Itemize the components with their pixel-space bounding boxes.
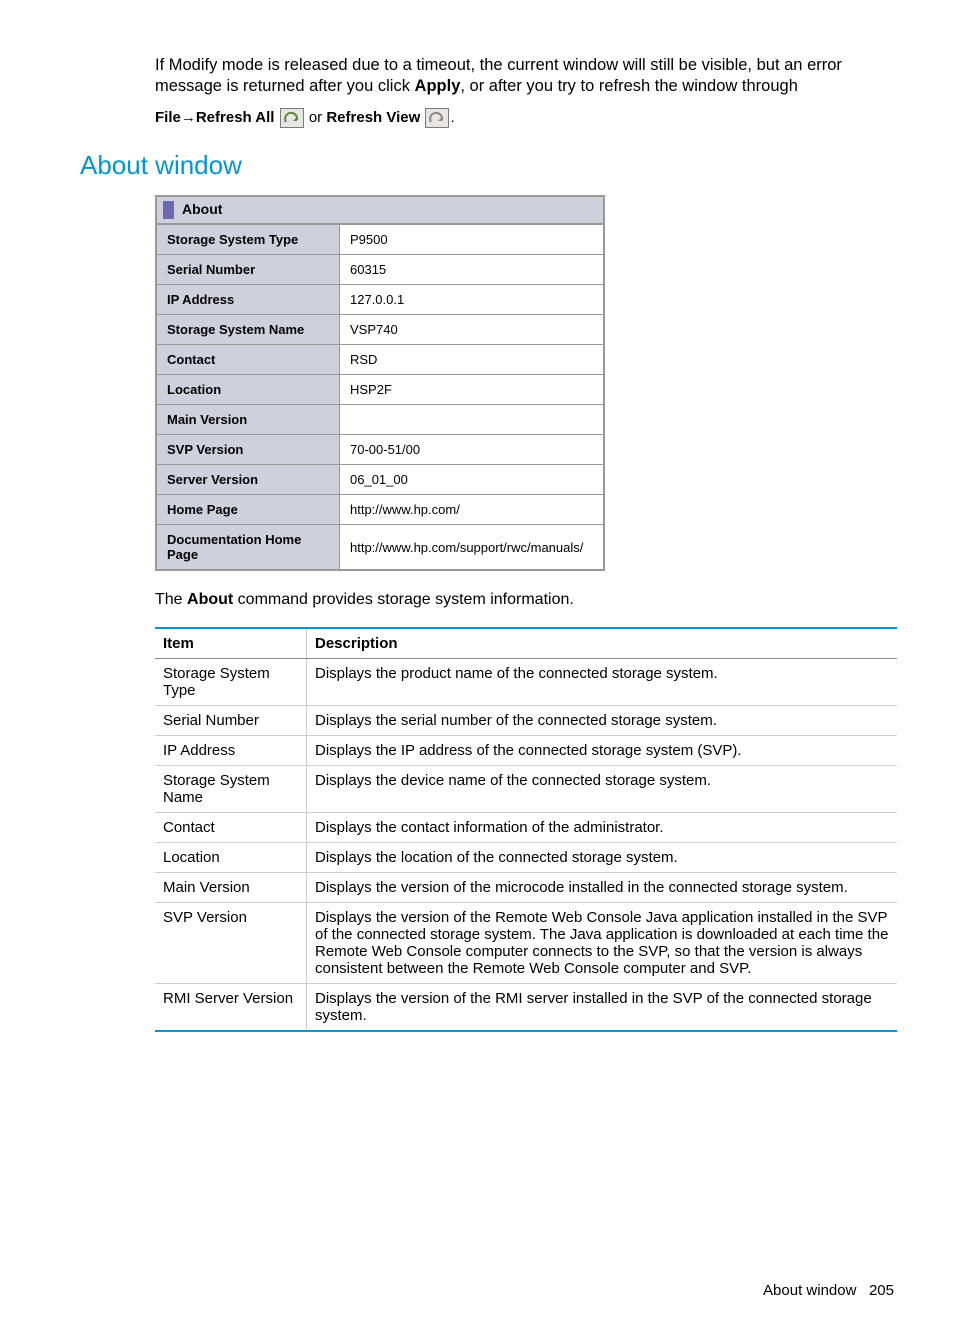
description-cell: Displays the version of the RMI server i…: [307, 984, 898, 1032]
refresh-all-icon: [280, 108, 304, 128]
about-row-value: 70-00-51/00: [340, 435, 604, 465]
about-table: Storage System TypeP9500Serial Number603…: [156, 224, 604, 570]
apply-bold: Apply: [415, 77, 461, 95]
about-row-label: Documentation Home Page: [157, 525, 340, 570]
item-cell: Contact: [155, 813, 307, 843]
description-cell: Displays the product name of the connect…: [307, 659, 898, 706]
about-row-value: 127.0.0.1: [340, 285, 604, 315]
col-header-description: Description: [307, 628, 898, 659]
desc-intro-bold: About: [187, 591, 233, 608]
or-text: or: [309, 109, 327, 126]
refresh-end: .: [450, 109, 454, 126]
about-row: ContactRSD: [157, 345, 604, 375]
desc-intro-a: The: [155, 591, 187, 608]
description-cell: Displays the device name of the connecte…: [307, 766, 898, 813]
about-row: Server Version06_01_00: [157, 465, 604, 495]
about-row-label: IP Address: [157, 285, 340, 315]
intro-text-b: , or after you try to refresh the window…: [460, 77, 798, 95]
about-row-label: Contact: [157, 345, 340, 375]
item-cell: IP Address: [155, 736, 307, 766]
item-cell: Location: [155, 843, 307, 873]
table-row: Main VersionDisplays the version of the …: [155, 873, 897, 903]
title-accent: [163, 201, 174, 219]
about-description-line: The About command provides storage syste…: [155, 591, 894, 609]
about-title-text: About: [182, 201, 222, 217]
description-cell: Displays the contact information of the …: [307, 813, 898, 843]
about-row-value: http://www.hp.com/: [340, 495, 604, 525]
refresh-view-icon: [425, 108, 449, 128]
about-row: Documentation Home Pagehttp://www.hp.com…: [157, 525, 604, 570]
item-cell: SVP Version: [155, 903, 307, 984]
file-menu-label: File: [155, 109, 181, 126]
about-row: SVP Version70-00-51/00: [157, 435, 604, 465]
description-cell: Displays the serial number of the connec…: [307, 706, 898, 736]
about-row-label: Storage System Name: [157, 315, 340, 345]
description-cell: Displays the location of the connected s…: [307, 843, 898, 873]
about-row-label: Serial Number: [157, 255, 340, 285]
about-row-value: 06_01_00: [340, 465, 604, 495]
page-footer: About window 205: [60, 1282, 894, 1299]
desc-intro-b: command provides storage system informat…: [233, 591, 574, 608]
about-row-label: Main Version: [157, 405, 340, 435]
description-cell: Displays the version of the microcode in…: [307, 873, 898, 903]
refresh-view-label: Refresh View: [326, 109, 420, 126]
refresh-all-label: Refresh All: [196, 109, 275, 126]
about-row-label: Location: [157, 375, 340, 405]
about-row-label: Storage System Type: [157, 225, 340, 255]
table-row: RMI Server VersionDisplays the version o…: [155, 984, 897, 1032]
item-cell: Serial Number: [155, 706, 307, 736]
item-cell: Storage System Name: [155, 766, 307, 813]
footer-page-number: 205: [869, 1282, 894, 1299]
about-row-label: Home Page: [157, 495, 340, 525]
table-row: ContactDisplays the contact information …: [155, 813, 897, 843]
refresh-instruction: File→Refresh All or Refresh View .: [155, 108, 894, 128]
about-row-label: SVP Version: [157, 435, 340, 465]
col-header-item: Item: [155, 628, 307, 659]
item-cell: RMI Server Version: [155, 984, 307, 1032]
about-panel: About Storage System TypeP9500Serial Num…: [155, 195, 605, 571]
section-heading: About window: [80, 150, 894, 181]
about-row-value: RSD: [340, 345, 604, 375]
about-row-value: P9500: [340, 225, 604, 255]
table-row: Storage System TypeDisplays the product …: [155, 659, 897, 706]
about-row-value: http://www.hp.com/support/rwc/manuals/: [340, 525, 604, 570]
item-cell: Main Version: [155, 873, 307, 903]
item-cell: Storage System Type: [155, 659, 307, 706]
table-row: Storage System NameDisplays the device n…: [155, 766, 897, 813]
about-row: IP Address127.0.0.1: [157, 285, 604, 315]
description-table: Item Description Storage System TypeDisp…: [155, 627, 897, 1032]
about-row-value: HSP2F: [340, 375, 604, 405]
about-panel-title: About: [156, 196, 604, 224]
table-row: Serial NumberDisplays the serial number …: [155, 706, 897, 736]
about-row-value: 60315: [340, 255, 604, 285]
about-row-label: Server Version: [157, 465, 340, 495]
about-row: LocationHSP2F: [157, 375, 604, 405]
description-cell: Displays the IP address of the connected…: [307, 736, 898, 766]
table-row: SVP VersionDisplays the version of the R…: [155, 903, 897, 984]
about-row: Home Pagehttp://www.hp.com/: [157, 495, 604, 525]
about-row-value: [340, 405, 604, 435]
about-row: Storage System NameVSP740: [157, 315, 604, 345]
intro-paragraph: If Modify mode is released due to a time…: [155, 55, 894, 98]
arrow: →: [181, 109, 196, 126]
table-row: IP AddressDisplays the IP address of the…: [155, 736, 897, 766]
about-row: Main Version: [157, 405, 604, 435]
description-cell: Displays the version of the Remote Web C…: [307, 903, 898, 984]
table-row: LocationDisplays the location of the con…: [155, 843, 897, 873]
about-row: Serial Number60315: [157, 255, 604, 285]
about-row-value: VSP740: [340, 315, 604, 345]
about-row: Storage System TypeP9500: [157, 225, 604, 255]
footer-label: About window: [763, 1282, 856, 1299]
